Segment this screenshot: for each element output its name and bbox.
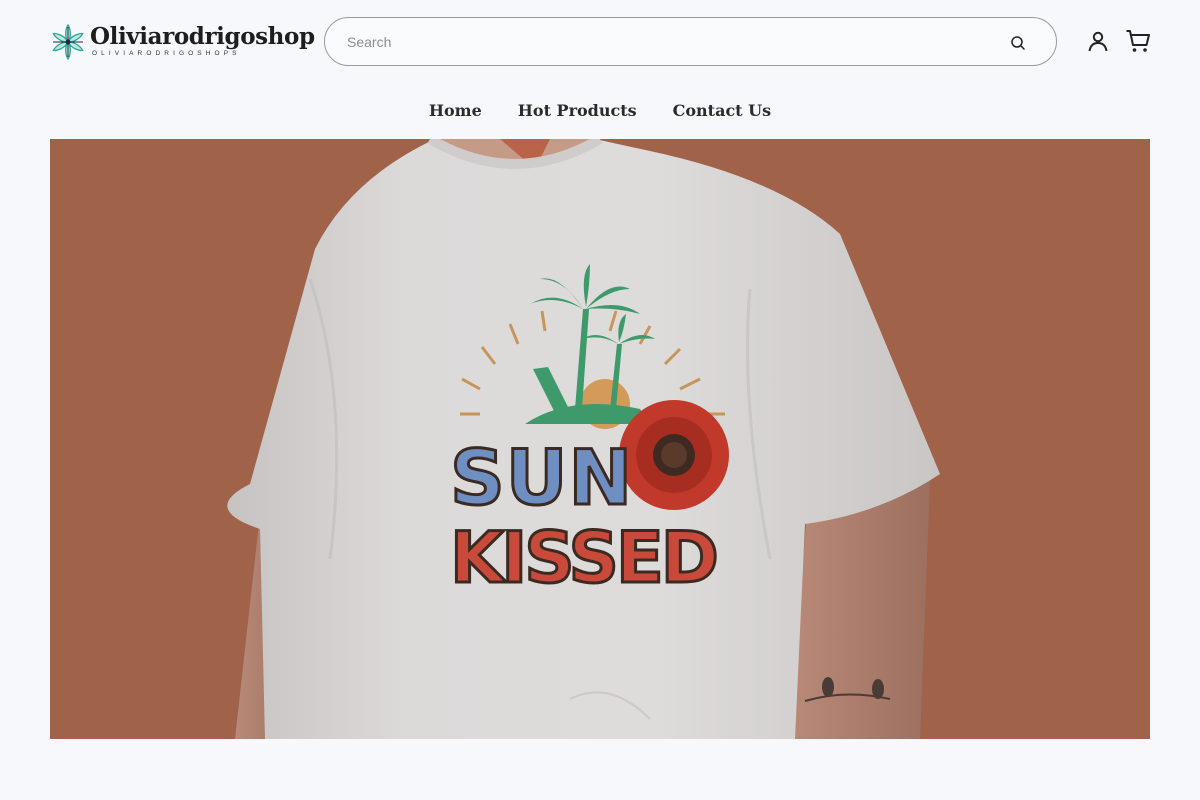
account-icon <box>1088 31 1108 52</box>
hero-image: SUN KISSED <box>227 139 941 739</box>
nav-contact-us[interactable]: Contact Us <box>673 96 771 126</box>
search-bar <box>324 17 1057 66</box>
logo[interactable]: Oliviarodrigoshop OLIVIARODRIGOSHOPS <box>50 22 315 62</box>
search-button[interactable] <box>1007 32 1029 54</box>
logo-subtitle: OLIVIARODRIGOSHOPS <box>92 50 241 57</box>
print-text-kissed: KISSED <box>450 517 716 599</box>
cart-button[interactable] <box>1125 28 1151 54</box>
nav-home[interactable]: Home <box>429 96 482 126</box>
print-sunflower <box>619 400 729 510</box>
logo-title: Oliviarodrigoshop <box>90 23 315 50</box>
search-icon <box>1011 36 1025 50</box>
hero-banner[interactable]: SUN KISSED <box>50 139 1150 739</box>
flower-logo-icon <box>52 23 84 61</box>
cart-icon <box>1126 30 1150 52</box>
account-button[interactable] <box>1085 28 1111 54</box>
main-nav: Home Hot Products Contact Us <box>0 96 1200 126</box>
nav-hot-products[interactable]: Hot Products <box>518 96 637 126</box>
print-text-sun: SUN <box>450 433 633 522</box>
search-input[interactable] <box>347 30 967 54</box>
site-header: Oliviarodrigoshop OLIVIARODRIGOSHOPS <box>0 0 1200 84</box>
